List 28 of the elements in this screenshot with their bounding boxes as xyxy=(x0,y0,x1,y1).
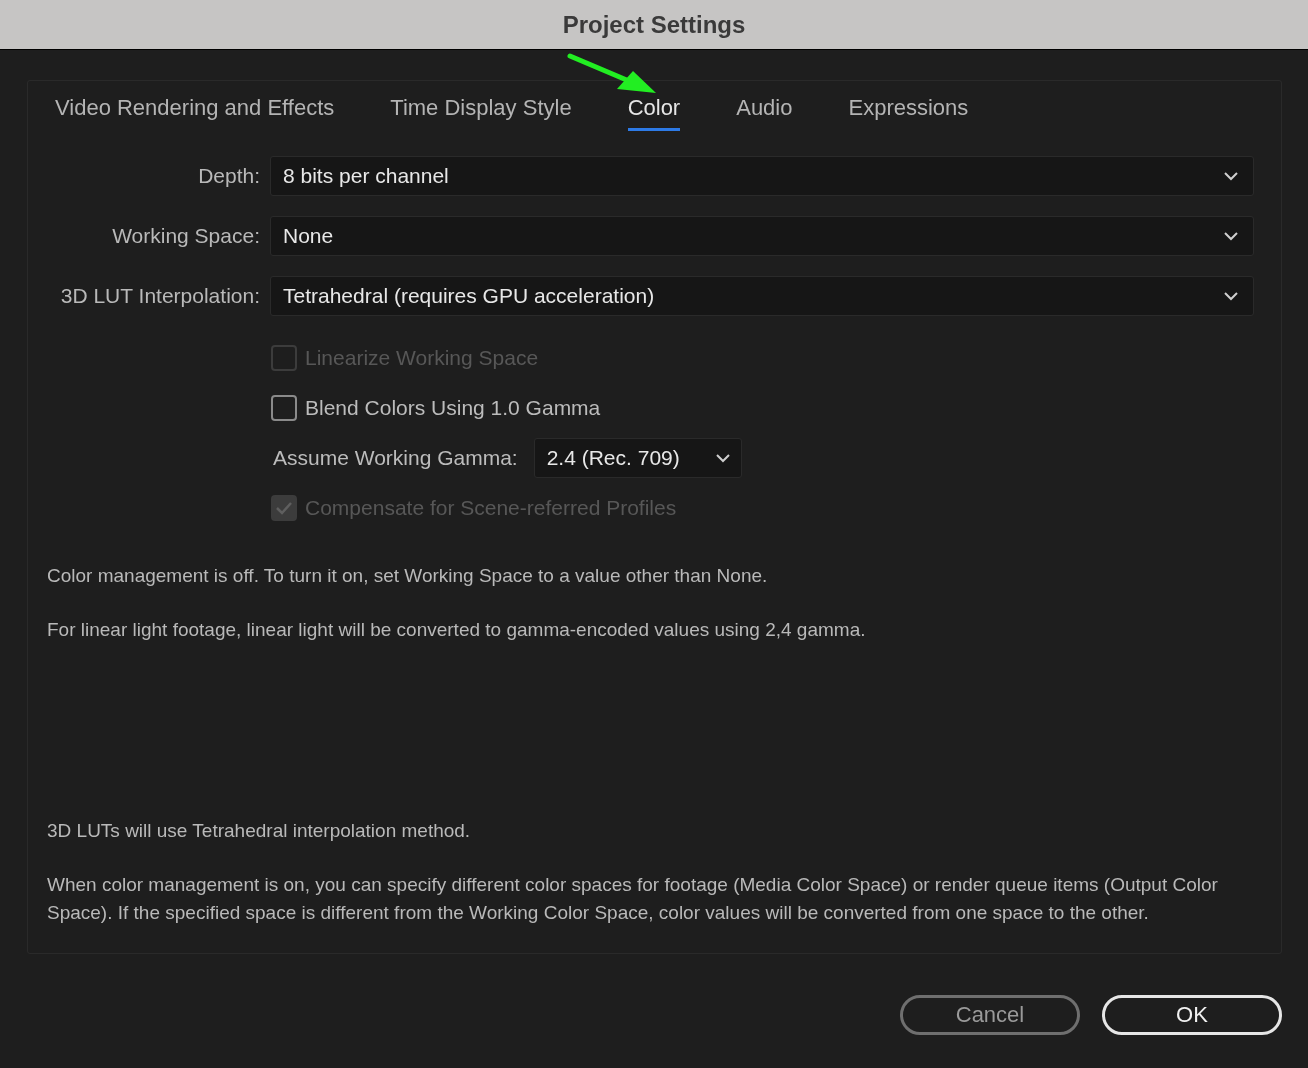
chevron-down-icon xyxy=(1223,171,1239,181)
dropdown[interactable]: 8 bits per channel xyxy=(270,156,1254,196)
chevron-down-icon xyxy=(1223,231,1239,241)
checkbox[interactable] xyxy=(271,395,297,421)
field-label: Working Space: xyxy=(111,224,260,248)
chevron-down-icon xyxy=(714,453,731,463)
info-text: When color management is on, you can specify different color spaces for footage (Media Color Space) or render queue items (Output Color Space). If the specified space is different from the Working Color Space, color values will be converted from one space to the other. xyxy=(47,873,1219,925)
info-text: For linear light footage, linear light will be converted to gamma-encoded values using 2,4 gamma. xyxy=(47,618,867,642)
field-label: 3D LUT Interpolation: xyxy=(59,284,260,308)
checkmark-icon xyxy=(275,501,293,515)
checkbox-label: Blend Colors Using 1.0 Gamma xyxy=(305,396,601,420)
window-title: Project Settings xyxy=(562,10,746,39)
info-text: Color management is off. To turn it on, set Working Space to a value other than None. xyxy=(47,564,769,588)
checkbox-label: Compensate for Scene-referred Profiles xyxy=(305,496,677,520)
dropdown[interactable]: 2.4 (Rec. 709) xyxy=(533,438,742,478)
chevron-down-icon xyxy=(1223,291,1239,301)
tab[interactable]: Expressions xyxy=(848,93,969,131)
cancel-button[interactable]: Cancel xyxy=(900,995,1080,1035)
tab[interactable]: Time Display Style xyxy=(390,93,572,131)
field-label: Depth: xyxy=(197,164,260,188)
dropdown[interactable]: None xyxy=(270,216,1254,256)
info-text: 3D LUTs will use Tetrahedral interpolation method. xyxy=(47,819,472,843)
ok-button[interactable]: OK xyxy=(1102,995,1282,1035)
field-label: Assume Working Gamma: xyxy=(273,446,518,470)
tab[interactable]: Video Rendering and Effects xyxy=(55,93,335,131)
checkbox-label: Linearize Working Space xyxy=(305,346,539,370)
dropdown[interactable]: Tetrahedral (requires GPU acceleration) xyxy=(270,276,1254,316)
tab[interactable]: Audio xyxy=(736,93,793,131)
